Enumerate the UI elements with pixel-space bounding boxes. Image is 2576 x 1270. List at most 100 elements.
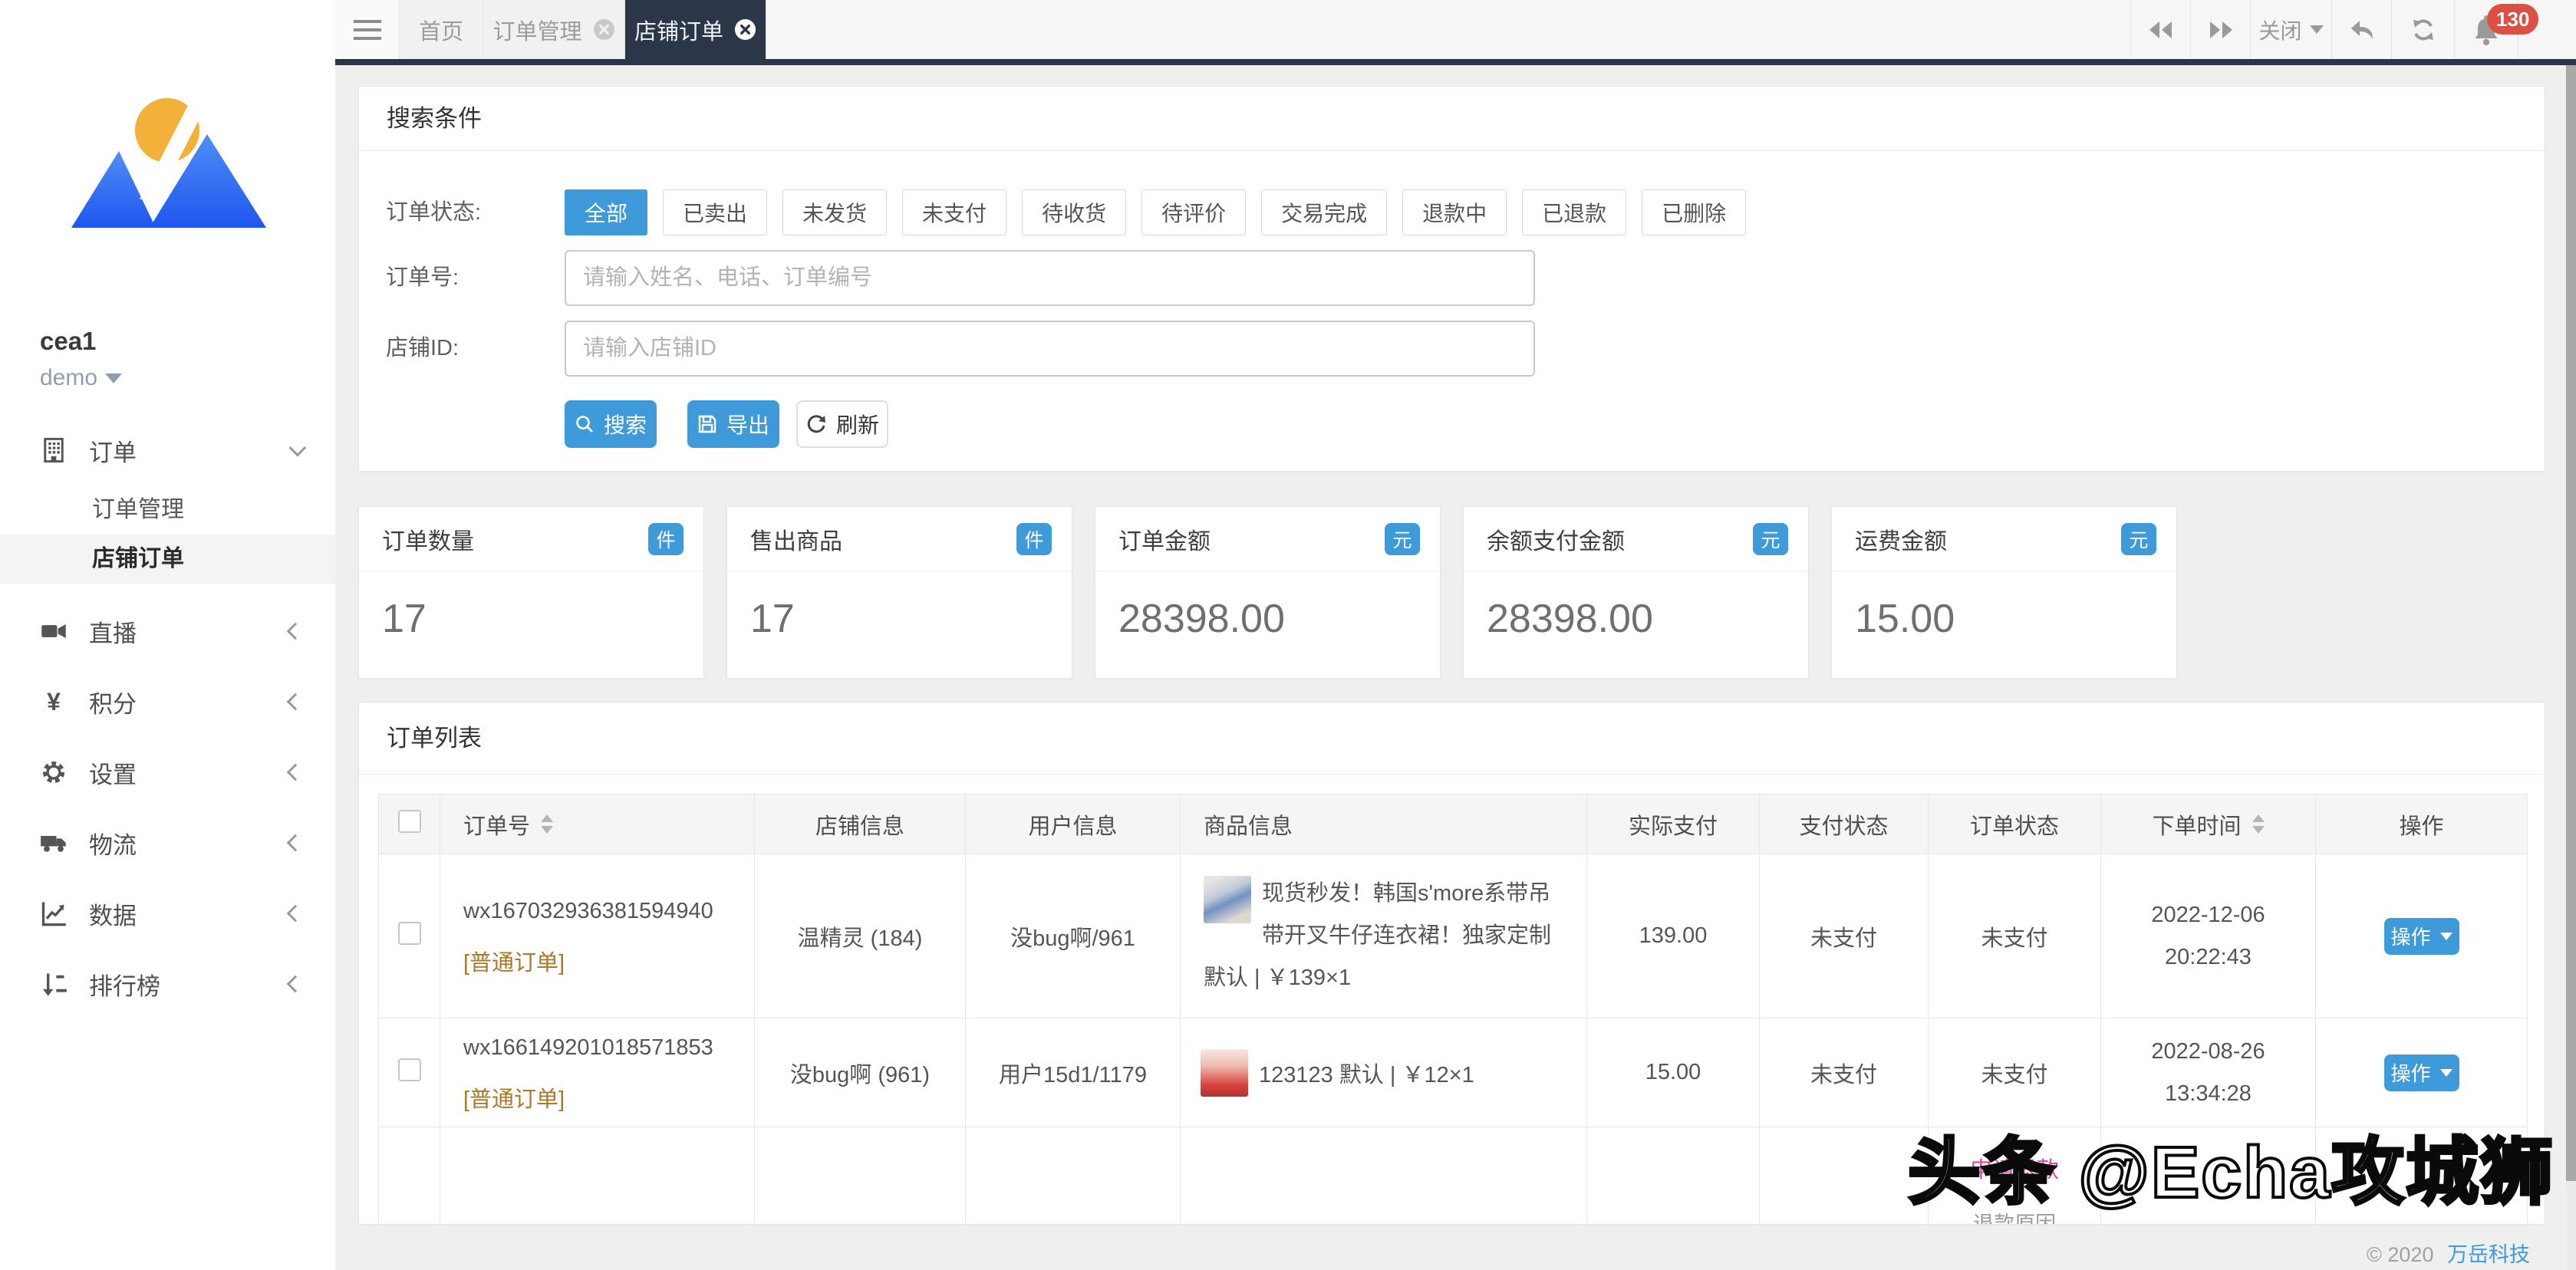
select-all-checkbox[interactable]	[397, 809, 421, 833]
tab-label: 店铺订单	[634, 19, 723, 44]
company-link[interactable]: 万岳科技	[2447, 1243, 2530, 1266]
shop-id-input[interactable]	[565, 321, 1535, 377]
sidebar-item-ranking[interactable]: 排行榜	[0, 949, 335, 1019]
stat-unit-badge: 件	[1016, 522, 1052, 555]
scrollbar-thumb[interactable]	[2566, 65, 2576, 1181]
sort-icon[interactable]	[2252, 814, 2265, 834]
refresh-list-button[interactable]: 刷新	[796, 400, 888, 448]
status-filter-unpaid[interactable]: 未支付	[902, 189, 1007, 235]
order-clock: 20:22:43	[2165, 944, 2252, 969]
status-filter-all[interactable]: 全部	[565, 189, 648, 235]
product-text: 123123 默认 | ￥12×1	[1259, 1062, 1474, 1087]
col-header-shop: 店铺信息	[754, 794, 966, 854]
caret-down-icon	[105, 373, 123, 383]
sidebar-item-logistics[interactable]: 物流	[0, 808, 335, 878]
user-info: 没bug啊/961	[965, 854, 1181, 1018]
sidebar-item-settings[interactable]: 设置	[0, 737, 335, 808]
col-label: 下单时间	[2152, 814, 2242, 839]
sidebar-item-label: 订单	[89, 439, 137, 466]
caret-down-icon	[2439, 932, 2452, 940]
row-action-button[interactable]: 操作	[2383, 917, 2459, 955]
history-back-button[interactable]	[2130, 0, 2190, 59]
notifications-button[interactable]: 130	[2454, 0, 2539, 59]
row-checkbox[interactable]	[397, 1058, 421, 1081]
order-status: 未支付	[1928, 854, 2101, 1018]
vertical-scrollbar[interactable]	[2566, 65, 2576, 1270]
sidebar-item-orders[interactable]: 订单	[0, 415, 335, 485]
refresh-button[interactable]	[2391, 0, 2454, 59]
export-button-label: 导出	[726, 413, 769, 437]
product-image	[1201, 1048, 1248, 1097]
stat-card-shipping-fee: 运费金额 元 15.00	[1831, 506, 2177, 679]
chevron-left-icon	[286, 904, 305, 923]
close-tab-icon[interactable]	[734, 18, 756, 41]
order-date: 2022-12-06	[2151, 902, 2265, 927]
status-filter-complete[interactable]: 交易完成	[1261, 189, 1388, 235]
stat-title: 订单数量	[382, 528, 474, 554]
row-action-button[interactable]: 操作	[2383, 1054, 2459, 1091]
col-header-order-no[interactable]: 订单号	[440, 794, 755, 854]
close-tabs-dropdown[interactable]: 关闭	[2250, 0, 2331, 59]
stat-value: 28398.00	[1487, 597, 1653, 641]
search-button-label: 搜索	[603, 413, 647, 437]
stat-title: 订单金额	[1118, 528, 1211, 554]
undo-arrow-icon	[2350, 20, 2373, 39]
action-label: 操作	[2390, 1062, 2431, 1085]
status-filter-review[interactable]: 待评价	[1141, 189, 1247, 235]
stat-card-order-count: 订单数量 件 17	[358, 506, 704, 679]
status-filter-deleted[interactable]: 已删除	[1642, 189, 1747, 235]
col-header-pay-status: 支付状态	[1759, 794, 1929, 854]
select-all-header	[378, 794, 440, 854]
sidebar-item-shop-orders[interactable]: 店铺订单	[0, 535, 335, 584]
chevron-left-icon	[286, 975, 305, 993]
row-checkbox[interactable]	[397, 921, 421, 945]
copyright-text: © 2020	[2367, 1243, 2434, 1266]
order-no-input[interactable]	[565, 250, 1535, 306]
status-filter-sold[interactable]: 已卖出	[663, 189, 768, 235]
tab-order-manage[interactable]: 订单管理	[483, 0, 625, 59]
export-button[interactable]: 导出	[687, 400, 779, 448]
col-label: 订单号	[463, 814, 531, 839]
yen-icon: ¥	[47, 688, 61, 716]
sidebar-item-live[interactable]: 直播	[0, 596, 335, 666]
search-panel-title: 搜索条件	[359, 87, 2545, 151]
status-filter-receiving[interactable]: 待收货	[1022, 189, 1127, 235]
undo-button[interactable]	[2331, 0, 2391, 59]
sidebar-item-points[interactable]: ¥ 积分	[0, 666, 335, 737]
product-text: 现货秒发！韩国s'more系带吊带开叉牛仔连衣裙！独家定制 默认 | ￥139×…	[1204, 881, 1552, 990]
col-header-time[interactable]: 下单时间	[2100, 794, 2316, 854]
order-number: wx166149201018571853	[463, 1035, 713, 1060]
pay-status: 未支付	[1759, 854, 1929, 1018]
sidebar-username: cea1	[40, 327, 97, 355]
caret-down-icon	[2309, 25, 2324, 34]
tab-home[interactable]: 首页	[400, 0, 483, 59]
tab-label: 订单管理	[492, 19, 582, 44]
gear-icon	[42, 761, 65, 784]
col-header-product: 商品信息	[1180, 794, 1587, 854]
refresh-icon	[807, 415, 825, 433]
app-window: cea1 demo 订单 订单管理 店铺订单 直播 ¥ 积分 设置 物流 数据 …	[0, 0, 2576, 1270]
hamburger-menu-button[interactable]	[335, 0, 400, 59]
status-filter-refunded[interactable]: 已退款	[1522, 189, 1627, 235]
history-forward-button[interactable]	[2190, 0, 2250, 59]
chevron-left-icon	[286, 693, 305, 711]
sort-icon[interactable]	[541, 814, 554, 834]
order-type-tag: [普通订单]	[463, 1087, 565, 1112]
role-dropdown[interactable]: demo	[40, 364, 335, 392]
sidebar-item-order-manage[interactable]: 订单管理	[0, 485, 335, 535]
tab-shop-orders[interactable]: 店铺订单	[625, 0, 766, 59]
brand-logo	[69, 94, 268, 229]
chevron-left-icon	[286, 622, 305, 640]
double-arrow-right-icon	[2209, 21, 2232, 38]
pay-status: 未支付	[1759, 1018, 1929, 1127]
sidebar-item-data[interactable]: 数据	[0, 878, 335, 949]
search-button[interactable]: 搜索	[565, 400, 657, 448]
table-row: wx166149201018571853 [普通订单] 没bug啊 (961) …	[378, 1018, 2528, 1127]
stat-title: 运费金额	[1855, 528, 1947, 554]
status-filter-unshipped[interactable]: 未发货	[782, 189, 888, 235]
status-filter-refunding[interactable]: 退款中	[1402, 189, 1507, 235]
topbar: 首页 订单管理 店铺订单 关闭 130	[335, 0, 2576, 65]
close-tab-icon[interactable]	[593, 18, 615, 41]
search-panel: 搜索条件 订单状态: 全部 已卖出 未发货 未支付 待收货 待评价 交易完成 退…	[358, 86, 2545, 472]
paid-amount: 15.00	[1586, 1018, 1760, 1127]
